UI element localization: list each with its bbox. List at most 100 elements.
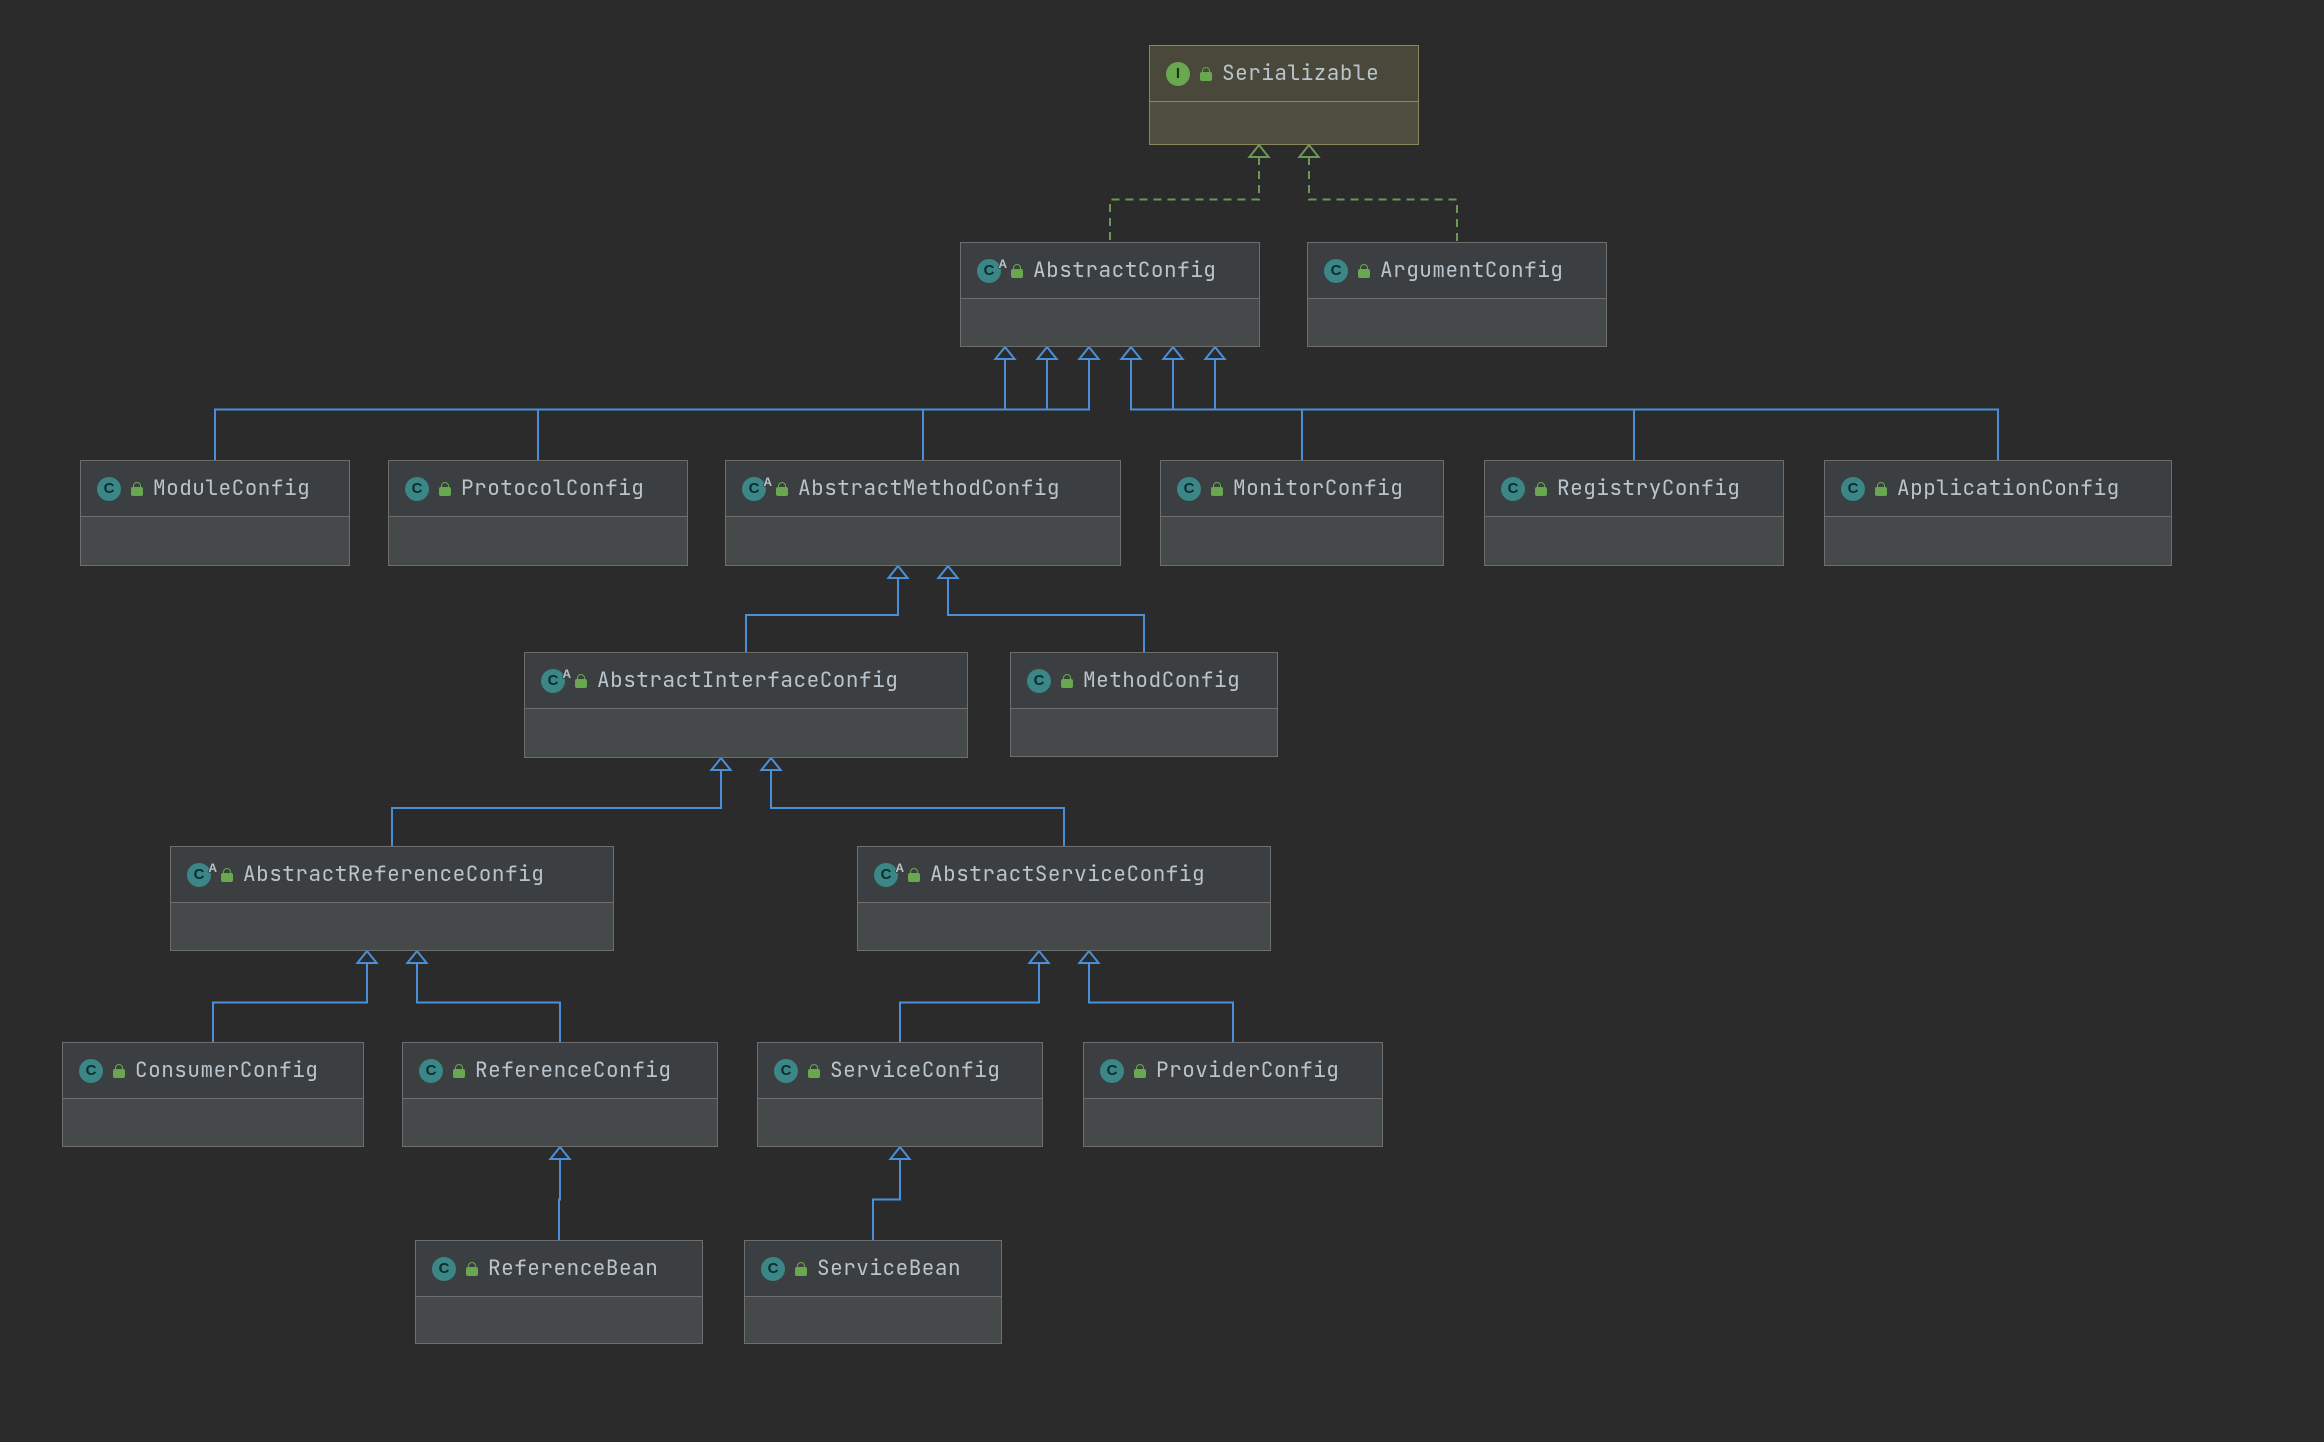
node-title: ModuleConfig bbox=[153, 475, 310, 502]
class-node-moduleconfig[interactable]: C ModuleConfig bbox=[80, 460, 350, 566]
class-icon: C bbox=[97, 477, 121, 501]
node-header: C ArgumentConfig bbox=[1308, 243, 1606, 299]
node-body bbox=[525, 709, 967, 757]
class-node-providerconfig[interactable]: CProviderConfig bbox=[1083, 1042, 1383, 1147]
lock-icon bbox=[113, 1064, 125, 1078]
node-title: ConsumerConfig bbox=[135, 1057, 318, 1084]
lock-icon bbox=[1875, 482, 1887, 496]
node-header: C MethodConfig bbox=[1011, 653, 1277, 709]
class-icon: CA bbox=[187, 863, 211, 887]
node-title: MonitorConfig bbox=[1233, 475, 1403, 502]
node-header: C MonitorConfig bbox=[1161, 461, 1443, 517]
node-title: MethodConfig bbox=[1083, 667, 1240, 694]
class-icon: CA bbox=[874, 863, 898, 887]
node-body bbox=[1308, 299, 1606, 346]
node-header: C ApplicationConfig bbox=[1825, 461, 2171, 517]
interface-icon: I bbox=[1166, 62, 1190, 86]
lock-icon bbox=[908, 868, 920, 882]
node-body bbox=[745, 1297, 1001, 1343]
node-body bbox=[961, 299, 1259, 346]
class-node-referencebean[interactable]: C ReferenceBean bbox=[415, 1240, 703, 1344]
node-title: ReferenceBean bbox=[488, 1255, 658, 1282]
class-icon: CA bbox=[541, 669, 565, 693]
node-body bbox=[416, 1297, 702, 1343]
node-header: CA AbstractConfig bbox=[961, 243, 1259, 299]
node-title: ProviderConfig bbox=[1156, 1057, 1339, 1084]
lock-icon bbox=[1358, 264, 1370, 278]
abstract-overlay-icon: A bbox=[998, 257, 1007, 271]
node-body bbox=[1161, 517, 1443, 565]
node-title: ArgumentConfig bbox=[1380, 257, 1563, 284]
lock-icon bbox=[1535, 482, 1547, 496]
class-node-consumerconfig[interactable]: C ConsumerConfig bbox=[62, 1042, 364, 1147]
node-title: ServiceConfig bbox=[830, 1057, 1000, 1084]
node-title: ApplicationConfig bbox=[1897, 475, 2120, 502]
diagram-canvas: ISerializableCAAbstractConfigCArgumentCo… bbox=[0, 0, 2324, 1442]
class-node-abstractinterfaceconfig[interactable]: CAAbstractInterfaceConfig bbox=[524, 652, 968, 758]
class-node-servicebean[interactable]: C ServiceBean bbox=[744, 1240, 1002, 1344]
class-node-referenceconfig[interactable]: C ReferenceConfig bbox=[402, 1042, 718, 1147]
class-node-serializable[interactable]: I Serializable bbox=[1149, 45, 1419, 145]
class-icon: C bbox=[432, 1257, 456, 1281]
class-icon: C bbox=[1501, 477, 1525, 501]
node-title: ReferenceConfig bbox=[475, 1057, 672, 1084]
class-icon: C bbox=[1177, 477, 1201, 501]
lock-icon bbox=[453, 1064, 465, 1078]
node-body bbox=[1485, 517, 1783, 565]
node-body bbox=[63, 1099, 363, 1146]
class-icon: C bbox=[405, 477, 429, 501]
lock-icon bbox=[1211, 482, 1223, 496]
node-title: ServiceBean bbox=[817, 1255, 961, 1282]
node-body bbox=[81, 517, 349, 565]
node-body bbox=[1084, 1099, 1382, 1146]
class-node-serviceconfig[interactable]: C ServiceConfig bbox=[757, 1042, 1043, 1147]
node-title: AbstractReferenceConfig bbox=[243, 861, 544, 888]
node-body bbox=[1011, 709, 1277, 756]
abstract-overlay-icon: A bbox=[562, 667, 571, 681]
class-node-protocolconfig[interactable]: C ProtocolConfig bbox=[388, 460, 688, 566]
class-node-registryconfig[interactable]: C RegistryConfig bbox=[1484, 460, 1784, 566]
class-node-applicationconfig[interactable]: C ApplicationConfig bbox=[1824, 460, 2172, 566]
node-title: AbstractConfig bbox=[1033, 257, 1216, 284]
class-icon: C bbox=[761, 1257, 785, 1281]
class-icon: C bbox=[774, 1059, 798, 1083]
node-header: CA AbstractServiceConfig bbox=[858, 847, 1270, 903]
class-icon: C bbox=[419, 1059, 443, 1083]
lock-icon bbox=[776, 482, 788, 496]
class-icon: C bbox=[79, 1059, 103, 1083]
node-title: Serializable bbox=[1222, 60, 1379, 87]
lock-icon bbox=[439, 482, 451, 496]
node-title: ProtocolConfig bbox=[461, 475, 644, 502]
node-header: I Serializable bbox=[1150, 46, 1418, 102]
class-icon: C bbox=[1324, 259, 1348, 283]
node-title: AbstractServiceConfig bbox=[930, 861, 1205, 888]
node-body bbox=[858, 903, 1270, 950]
class-node-monitorconfig[interactable]: C MonitorConfig bbox=[1160, 460, 1444, 566]
class-icon: C bbox=[1841, 477, 1865, 501]
node-header: CProviderConfig bbox=[1084, 1043, 1382, 1099]
class-node-abstractreferenceconfig[interactable]: CA AbstractReferenceConfig bbox=[170, 846, 614, 951]
lock-icon bbox=[795, 1262, 807, 1276]
lock-icon bbox=[466, 1262, 478, 1276]
node-header: C ConsumerConfig bbox=[63, 1043, 363, 1099]
class-node-methodconfig[interactable]: C MethodConfig bbox=[1010, 652, 1278, 757]
class-icon: CA bbox=[977, 259, 1001, 283]
class-node-argumentconfig[interactable]: C ArgumentConfig bbox=[1307, 242, 1607, 347]
lock-icon bbox=[131, 482, 143, 496]
abstract-overlay-icon: A bbox=[895, 861, 904, 875]
class-node-abstractconfig[interactable]: CA AbstractConfig bbox=[960, 242, 1260, 347]
node-header: C ProtocolConfig bbox=[389, 461, 687, 517]
node-header: C RegistryConfig bbox=[1485, 461, 1783, 517]
node-title: RegistryConfig bbox=[1557, 475, 1740, 502]
lock-icon bbox=[575, 674, 587, 688]
class-icon: CA bbox=[742, 477, 766, 501]
class-node-abstractmethodconfig[interactable]: CAAbstractMethodConfig bbox=[725, 460, 1121, 566]
node-header: C ServiceConfig bbox=[758, 1043, 1042, 1099]
node-header: C ReferenceBean bbox=[416, 1241, 702, 1297]
node-body bbox=[1150, 102, 1418, 144]
class-node-abstractserviceconfig[interactable]: CA AbstractServiceConfig bbox=[857, 846, 1271, 951]
lock-icon bbox=[221, 868, 233, 882]
class-icon: C bbox=[1027, 669, 1051, 693]
lock-icon bbox=[1011, 264, 1023, 278]
lock-icon bbox=[1200, 67, 1212, 81]
